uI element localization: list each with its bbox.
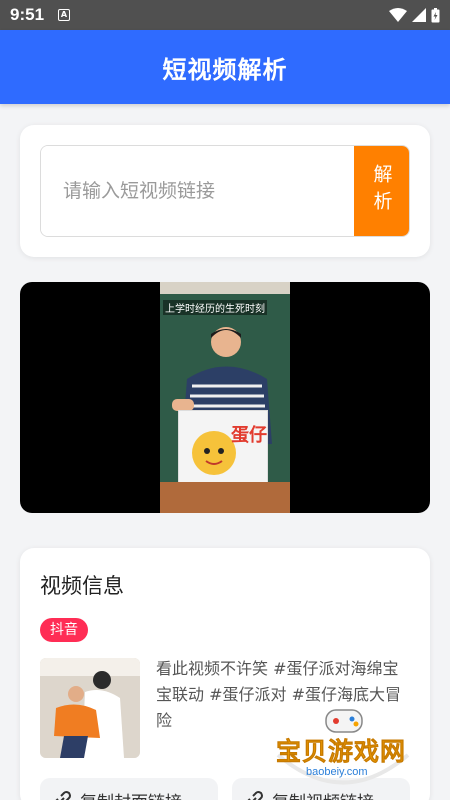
copy-cover-label: 复制封面链接 (80, 788, 182, 800)
watermark-text: 宝贝游戏网 (276, 737, 407, 767)
copy-cover-link-button[interactable]: 复制封面链接 (40, 778, 218, 800)
video-info-title: 视频信息 (40, 574, 124, 598)
video-desk (160, 482, 290, 513)
video-player[interactable]: 上学时经历的生死时刻 蛋仔 (20, 282, 430, 513)
signal-icon (412, 8, 426, 22)
video-prop-box: 蛋仔 (178, 410, 268, 490)
status-time: 9:51 (10, 5, 45, 24)
page-title: 短视频解析 (162, 55, 288, 84)
video-overlay-caption: 上学时经历的生死时刻 (163, 300, 267, 315)
cover-image (40, 658, 140, 758)
link-input-group: 解析 (40, 145, 410, 237)
video-link-input[interactable] (41, 146, 355, 236)
watermark-url: baobeiy.com (306, 766, 368, 778)
parse-button[interactable]: 解析 (354, 146, 409, 236)
video-frame-top (160, 282, 290, 294)
platform-badge: 抖音 (40, 618, 88, 642)
mascot-image: 蛋仔 (192, 424, 267, 475)
battery-icon (431, 7, 440, 22)
wifi-icon (389, 8, 407, 22)
video-cover-thumbnail[interactable] (40, 658, 140, 758)
watermark-logo: 宝贝游戏网 baobeiy.com (268, 700, 418, 795)
link-icon (55, 791, 71, 800)
status-bar: 9:51 A (0, 0, 450, 30)
box-text: 蛋仔 (231, 424, 267, 446)
notification-icon: A (58, 9, 71, 21)
video-frame: 上学时经历的生死时刻 蛋仔 (160, 282, 290, 513)
link-icon (247, 791, 263, 800)
status-icons (389, 7, 440, 23)
app-bar: 短视频解析 (0, 30, 450, 104)
link-input-card: 解析 (20, 125, 430, 257)
